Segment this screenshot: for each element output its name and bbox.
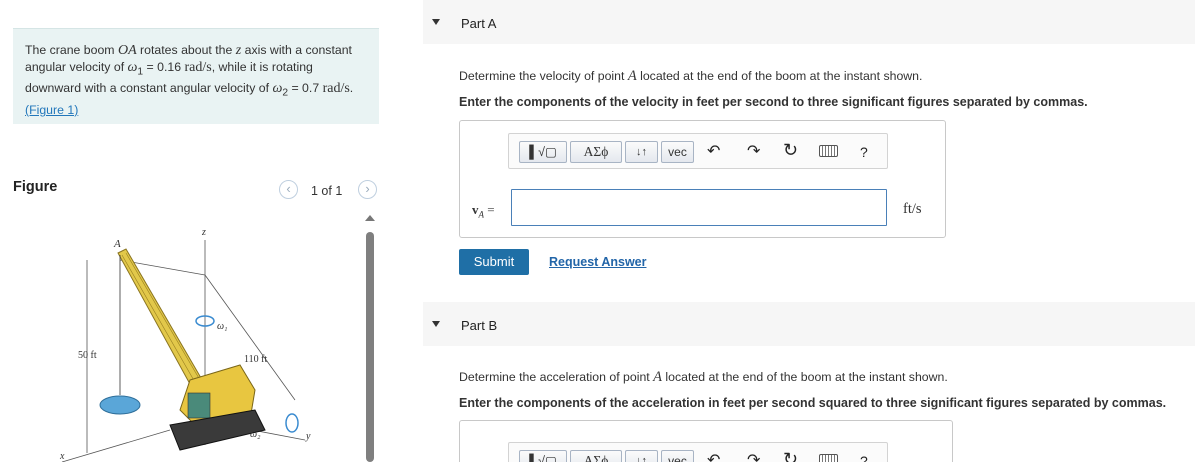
boom-var: OA [117, 43, 137, 58]
omega1-unit: rad/s [184, 60, 212, 75]
vec-button[interactable]: vec [661, 141, 694, 163]
question-text: located at the end of the boom at the in… [636, 69, 923, 83]
velocity-unit: ft/s [903, 201, 922, 217]
request-answer-link[interactable]: Request Answer [549, 255, 646, 269]
point-var: A [653, 369, 662, 385]
math-toolbar: ▌√▢ ΑΣϕ ↓↑ vec ↶ ↷ ↻ ? [508, 442, 888, 462]
part-a-title: Part A [461, 16, 497, 31]
math-toolbar: ▌√▢ ΑΣϕ ↓↑ vec ↶ ↷ ↻ ? [508, 133, 888, 169]
omega2-value: = 0.7 [288, 81, 323, 96]
help-icon[interactable]: ? [860, 142, 868, 162]
undo-icon[interactable]: ↶ [707, 451, 720, 462]
part-b-header[interactable]: Part B [423, 302, 1195, 346]
figure-pager-text: 1 of 1 [311, 184, 343, 198]
load [99, 395, 141, 415]
arrows-button[interactable]: ↓↑ [625, 450, 658, 462]
crane-illustration: A z ω₁ ω₂ 50 ft 110 ft x y [59, 227, 311, 462]
point-var: A [627, 68, 637, 84]
velocity-answer-input[interactable] [511, 189, 887, 226]
cab-window [187, 392, 211, 419]
part-b-answer-box: ▌√▢ ΑΣϕ ↓↑ vec ↶ ↷ ↻ ? [459, 420, 953, 462]
label-height: 50 ft [78, 350, 97, 361]
label-omega2: ω₂ [250, 429, 261, 440]
part-b-title: Part B [461, 318, 498, 333]
omega2-symbol: ω [272, 81, 283, 97]
part-a-question: Determine the velocity of point A locate… [459, 68, 922, 85]
reset-icon[interactable]: ↻ [783, 140, 798, 160]
velocity-label: vA = [472, 202, 495, 220]
omega2-arrow [285, 413, 299, 433]
right-panel: Part A Determine the velocity of point A… [423, 0, 1195, 462]
figure-title: Figure [13, 179, 58, 195]
redo-icon[interactable]: ↷ [747, 451, 760, 462]
boom [117, 248, 209, 396]
problem-statement: The crane boom OA rotates about the z ax… [13, 28, 379, 124]
chevron-right-icon[interactable]: › [358, 180, 377, 199]
left-panel: The crane boom OA rotates about the z ax… [0, 0, 384, 462]
submit-button[interactable]: Submit [459, 249, 529, 275]
omega1-symbol: ω [127, 60, 138, 75]
greek-symbols-button[interactable]: ΑΣϕ [570, 450, 622, 462]
keyboard-icon[interactable] [819, 145, 838, 157]
part-b-instruction: Enter the components of the acceleration… [459, 396, 1167, 410]
part-a-header[interactable]: Part A [423, 0, 1195, 44]
label-length: 110 ft [244, 354, 267, 365]
problem-text: rotates about the [136, 43, 236, 57]
help-icon[interactable]: ? [860, 451, 868, 462]
label-omega1: ω₁ [217, 321, 228, 332]
collapse-triangle-icon[interactable] [432, 321, 440, 327]
templates-button[interactable]: ▌√▢ [519, 450, 567, 462]
redo-icon[interactable]: ↷ [747, 142, 760, 162]
label-z: z [201, 227, 206, 238]
question-text: Determine the acceleration of point [459, 370, 654, 384]
equals-sign: = [484, 202, 495, 217]
scroll-up-arrow-icon[interactable] [365, 215, 375, 221]
templates-button[interactable]: ▌√▢ [519, 141, 567, 163]
vec-button[interactable]: vec [661, 450, 694, 462]
question-text: located at the end of the boom at the in… [662, 370, 948, 384]
figure-link[interactable]: (Figure 1) [25, 103, 78, 117]
crane-figure: A z ω₁ ω₂ 50 ft 110 ft x y [40, 215, 360, 462]
scrollbar-thumb[interactable] [366, 232, 374, 462]
keyboard-icon[interactable] [819, 454, 838, 462]
omega1-value: = 0.16 [143, 60, 185, 74]
question-text: Determine the velocity of point [459, 69, 628, 83]
problem-text: The crane boom [25, 43, 118, 57]
label-y: y [305, 431, 311, 442]
greek-symbols-button[interactable]: ΑΣϕ [570, 141, 622, 163]
label-x: x [59, 451, 65, 462]
label-a: A [113, 238, 121, 250]
reset-icon[interactable]: ↻ [783, 449, 798, 462]
chevron-left-icon[interactable]: ‹ [279, 180, 298, 199]
part-a-answer-box: ▌√▢ ΑΣϕ ↓↑ vec ↶ ↷ ↻ ? vA = ft/s [459, 120, 946, 238]
undo-icon[interactable]: ↶ [707, 142, 720, 162]
part-b-question: Determine the acceleration of point A lo… [459, 369, 948, 386]
omega2-unit: rad/s [322, 81, 350, 97]
part-a-instruction: Enter the components of the velocity in … [459, 95, 1088, 109]
problem-text: . [349, 81, 354, 96]
collapse-triangle-icon[interactable] [432, 19, 440, 25]
arrows-button[interactable]: ↓↑ [625, 141, 658, 163]
x-axis-line [61, 429, 171, 462]
